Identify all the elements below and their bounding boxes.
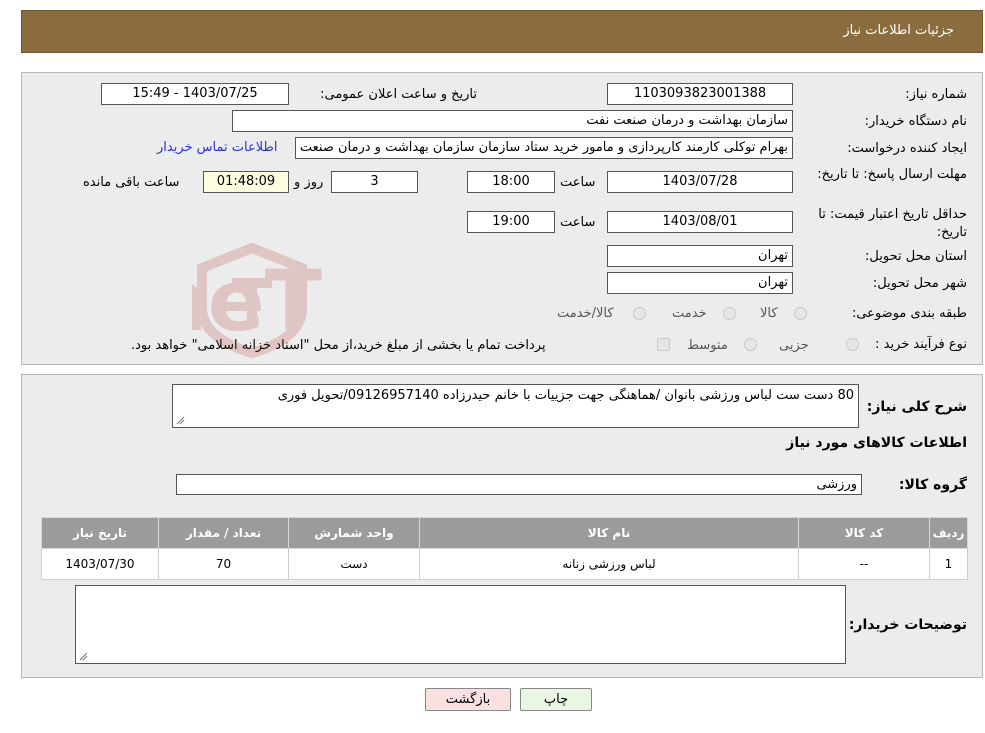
cell-row-number: 1 <box>929 548 968 580</box>
need-number-field: 1103093823001388 <box>607 83 793 105</box>
description-text: 80 دست ست لباس ورزشی بانوان /هماهنگی جهت… <box>277 388 854 403</box>
buyer-notes-label: توضیحات خریدار: <box>848 617 967 633</box>
goods-info-title: اطلاعات کالاهای مورد نیاز <box>786 435 967 451</box>
process-type-label: نوع فرآیند خرید : <box>875 337 967 352</box>
price-date-field: 1403/08/01 <box>607 211 793 233</box>
goods-group-field: ورزشی <box>176 474 862 495</box>
cell-quantity: 70 <box>158 548 289 580</box>
buyer-notes-textarea[interactable] <box>75 585 846 664</box>
category-option-service: خدمت <box>672 306 707 321</box>
cell-item-code: -- <box>798 548 930 580</box>
col-item-name: نام کالا <box>419 517 799 549</box>
treasury-payment-note: پرداخت تمام یا بخشی از مبلغ خرید،از محل … <box>131 338 546 353</box>
category-option-goods-service: کالا/خدمت <box>557 306 614 321</box>
table-row: 1 -- لباس ورزشی زنانه دست 70 1403/07/30 <box>41 548 968 580</box>
buyer-org-field: سازمان بهداشت و درمان صنعت نفت <box>232 110 793 132</box>
remaining-time-field: 01:48:09 <box>203 171 289 193</box>
days-label: روز و <box>294 175 324 190</box>
reply-deadline-label: مهلت ارسال پاسخ: تا تاریخ: <box>817 167 967 182</box>
col-row-number: ردیف <box>929 517 968 549</box>
resize-grip-icon <box>79 652 88 661</box>
col-item-code: کد کالا <box>798 517 930 549</box>
cell-need-date: 1403/07/30 <box>41 548 159 580</box>
reply-date-field: 1403/07/28 <box>607 171 793 193</box>
days-count-field: 3 <box>331 171 418 193</box>
requester-field: بهرام توکلی کارمند کارپردازی و مامور خری… <box>295 137 793 159</box>
goods-group-label: گروه کالا: <box>898 477 967 493</box>
city-field: تهران <box>607 272 793 294</box>
description-label: شرح کلی نیاز: <box>866 399 967 415</box>
category-radio-goods[interactable] <box>794 307 807 320</box>
col-unit: واحد شمارش <box>288 517 420 549</box>
city-label: شهر محل تحویل: <box>872 276 967 291</box>
process-option-minor: جزیی <box>779 338 809 353</box>
page-title: جزئیات اطلاعات نیاز <box>843 23 954 38</box>
buyer-contact-link[interactable]: اطلاعات تماس خریدار <box>157 140 277 155</box>
description-textarea: 80 دست ست لباس ورزشی بانوان /هماهنگی جهت… <box>172 384 859 428</box>
process-option-medium: متوسط <box>687 338 728 353</box>
category-label: طبقه بندی موضوعی: <box>851 306 967 321</box>
reply-time-label: ساعت <box>560 175 596 190</box>
goods-table-header: ردیف کد کالا نام کالا واحد شمارش تعداد /… <box>41 517 968 549</box>
province-label: استان محل تحویل: <box>865 249 967 264</box>
goods-table: ردیف کد کالا نام کالا واحد شمارش تعداد /… <box>41 517 968 580</box>
remaining-time-label: ساعت باقی مانده <box>83 175 180 190</box>
cell-item-name: لباس ورزشی زنانه <box>419 548 799 580</box>
price-time-field: 19:00 <box>467 211 555 233</box>
resize-grip-icon <box>176 416 185 425</box>
treasury-payment-checkbox[interactable] <box>657 338 670 351</box>
category-radio-service[interactable] <box>723 307 736 320</box>
print-button[interactable]: چاپ <box>520 688 592 711</box>
category-option-goods: کالا <box>760 306 778 321</box>
cell-unit: دست <box>288 548 420 580</box>
process-radio-minor[interactable] <box>846 338 859 351</box>
page-header: جزئیات اطلاعات نیاز <box>21 10 983 53</box>
price-validity-label: حداقل تاریخ اعتبار قیمت: تا تاریخ: <box>818 207 967 240</box>
back-button[interactable]: بازگشت <box>425 688 511 711</box>
announce-datetime-field: 1403/07/25 - 15:49 <box>101 83 289 105</box>
process-radio-medium[interactable] <box>744 338 757 351</box>
col-quantity: تعداد / مقدار <box>158 517 289 549</box>
province-field: تهران <box>607 245 793 267</box>
announce-datetime-label: تاریخ و ساعت اعلان عمومی: <box>320 87 477 102</box>
need-number-label: شماره نیاز: <box>905 87 967 102</box>
reply-time-field: 18:00 <box>467 171 555 193</box>
price-time-label: ساعت <box>560 215 596 230</box>
category-radio-goods-service[interactable] <box>633 307 646 320</box>
col-need-date: تاریخ نیاز <box>41 517 159 549</box>
requester-label: ایجاد کننده درخواست: <box>847 141 967 156</box>
buyer-org-label: نام دستگاه خریدار: <box>864 114 967 129</box>
